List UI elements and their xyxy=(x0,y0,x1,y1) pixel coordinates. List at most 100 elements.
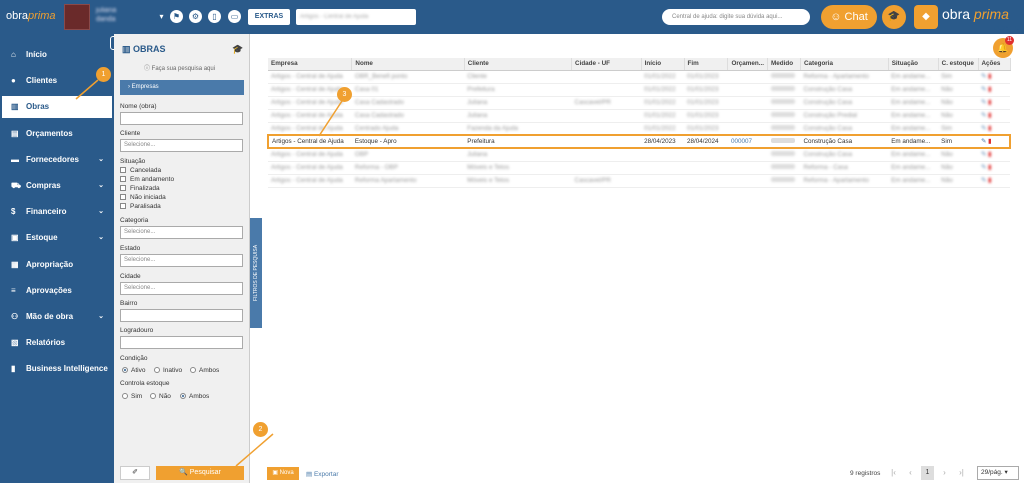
condicao-label: Condição xyxy=(120,355,148,362)
edit-icon[interactable]: ✎ xyxy=(981,86,986,93)
table-row[interactable]: Artigos - Central de Ajuda Casa 01 Prefeit… xyxy=(268,83,1010,97)
column-header[interactable]: Cliente xyxy=(464,58,573,71)
edit-icon[interactable]: ✎ xyxy=(981,73,986,80)
cliente-select[interactable]: Selecione... xyxy=(120,139,243,152)
trash-icon[interactable]: ▮ xyxy=(988,99,991,106)
sidebar-item-in-cio[interactable]: ⌂ Início xyxy=(2,44,112,66)
cell-text: 01/01/2023 xyxy=(687,99,719,106)
column-header[interactable]: Ações xyxy=(978,58,1011,71)
sidebar-item-compras[interactable]: ⛟ Compras ⌄ xyxy=(2,175,112,197)
trash-icon[interactable]: ▮ xyxy=(988,86,991,93)
table-row[interactable]: Artigos - Central de Ajuda OBP Juliana Cons… xyxy=(268,148,1010,162)
situacao-checkbox[interactable]: Cancelada xyxy=(120,167,161,174)
controla-radio[interactable]: Não xyxy=(150,393,171,400)
situacao-checkbox[interactable]: Paralisada xyxy=(120,203,161,210)
filter-panel: ▥ OBRAS 🎓 ⓘ Faça sua pesquisa aqui › Emp… xyxy=(114,34,250,483)
sidebar-item-business-intelligence[interactable]: ▮ Business Intelligence xyxy=(2,358,112,380)
column-header[interactable]: Cidade - UF xyxy=(571,58,642,71)
chat-button[interactable]: ☺ Chat xyxy=(821,5,877,29)
edit-icon[interactable]: ✎ xyxy=(981,112,986,119)
company-select[interactable]: Artigos - Central de Ajuda xyxy=(296,9,416,25)
monitor-icon[interactable]: ▭ xyxy=(228,10,241,23)
edit-icon[interactable]: ✎ xyxy=(981,151,986,158)
estado-select[interactable]: Selecione... xyxy=(120,254,243,267)
sidebar-item-obras[interactable]: ▥ Obras xyxy=(2,96,112,119)
table-row[interactable]: Artigos - Central de Ajuda Reforma - OBP M… xyxy=(268,161,1010,175)
trash-icon[interactable]: ▮ xyxy=(988,112,991,119)
sidebar-item-fornecedores[interactable]: ▬ Fornecedores ⌄ xyxy=(2,149,112,171)
trash-icon[interactable]: ▮ xyxy=(988,177,991,184)
clear-filters-button[interactable]: ✐ xyxy=(120,466,150,480)
sidebar-item-financeiro[interactable]: $ Financeiro ⌄ xyxy=(2,201,112,223)
cidade-select[interactable]: Selecione... xyxy=(120,282,243,295)
empresas-toggle[interactable]: › Empresas xyxy=(120,80,244,95)
trash-icon[interactable]: ▮ xyxy=(988,138,991,145)
condicoes-radio[interactable]: Ativo xyxy=(122,367,145,374)
edit-icon[interactable]: ✎ xyxy=(981,99,986,106)
table-row[interactable]: Artigos - Central de Ajuda Casa Cadastrad… xyxy=(268,96,1010,110)
table-cell: Artigos - Central de Ajuda xyxy=(268,109,352,123)
table-row[interactable]: Artigos - Central de Ajuda Estoque - Apro… xyxy=(267,134,1011,149)
next-page-button[interactable]: › xyxy=(938,466,951,480)
filter-tab-toggle[interactable]: FILTROS DE PESQUISA xyxy=(250,218,262,328)
sidebar-item-relat-rios[interactable]: ▧ Relatórios xyxy=(2,332,112,354)
column-header[interactable]: Início xyxy=(641,58,685,71)
graduation-icon[interactable]: 🎓 xyxy=(882,5,906,29)
column-header[interactable]: Empresa xyxy=(268,58,353,71)
column-header[interactable]: Situação xyxy=(888,58,939,71)
trash-icon[interactable]: ▮ xyxy=(988,73,991,80)
last-page-button[interactable]: ›| xyxy=(955,466,968,480)
flag-icon[interactable]: ⚑ xyxy=(170,10,183,23)
logradouro-input[interactable] xyxy=(120,336,243,349)
nome-input[interactable] xyxy=(120,112,243,125)
situacao-checkbox[interactable]: Não iniciada xyxy=(120,194,166,201)
trash-icon[interactable]: ▮ xyxy=(988,164,991,171)
sidebar-item-or-amentos[interactable]: ▤ Orçamentos xyxy=(2,123,112,145)
edit-icon[interactable]: ✎ xyxy=(981,138,986,145)
phone-icon[interactable]: ▯ xyxy=(208,10,221,23)
export-button[interactable]: ▤ Exportar xyxy=(306,470,339,478)
logo[interactable]: obraprima xyxy=(6,10,56,22)
condicoes-radio[interactable]: Inativo xyxy=(154,367,182,374)
edit-icon[interactable]: ✎ xyxy=(981,125,986,132)
column-header[interactable]: C. estoque xyxy=(938,58,979,71)
situacao-checkbox[interactable]: Finalizada xyxy=(120,185,160,192)
sidebar-item-m-o-de-obra[interactable]: ⚇ Mão de obra ⌄ xyxy=(2,306,112,328)
categoria-select[interactable]: Selecione... xyxy=(120,226,243,239)
controla-radio[interactable]: Sim xyxy=(122,393,142,400)
condicoes-radio[interactable]: Ambos xyxy=(190,367,219,374)
table-row[interactable]: Artigos - Central de Ajuda OBR_Benefi pon… xyxy=(268,70,1010,84)
table-row[interactable]: Artigos - Central de Ajuda Reforma Aparta… xyxy=(268,174,1010,188)
table-row[interactable]: Artigos - Central de Ajuda Centrado Ajuda… xyxy=(268,122,1010,136)
chevron-down-icon[interactable]: ▾ xyxy=(155,10,168,23)
table-row[interactable]: Artigos - Central de Ajuda Casa Cadastrad… xyxy=(268,109,1010,123)
search-button[interactable]: 🔍 Pesquisar xyxy=(156,466,244,480)
situacao-checkbox[interactable]: Em andamento xyxy=(120,176,174,183)
edit-icon[interactable]: ✎ xyxy=(981,177,986,184)
trash-icon[interactable]: ▮ xyxy=(988,151,991,158)
column-header[interactable]: Fim xyxy=(684,58,729,71)
column-header[interactable]: Orçamen... xyxy=(727,58,769,71)
help-search-input[interactable]: Central de ajuda: digite sua dúvida aqui… xyxy=(662,9,810,25)
gear-icon[interactable]: ⚙ xyxy=(189,10,202,23)
progress-bar xyxy=(770,86,795,91)
bairro-input[interactable] xyxy=(120,309,243,322)
new-button[interactable]: ▣ Nova xyxy=(267,467,299,480)
per-page-select[interactable]: 29/pág. ▾ xyxy=(977,466,1019,480)
page-number[interactable]: 1 xyxy=(921,466,934,480)
sidebar-item-estoque[interactable]: ▣ Estoque ⌄ xyxy=(2,227,112,249)
column-header[interactable]: Medido xyxy=(767,58,801,71)
column-header[interactable]: Nome xyxy=(351,58,465,71)
extras-button[interactable]: EXTRAS xyxy=(248,9,290,25)
sidebar-item-apropria-o[interactable]: ▦ Apropriação xyxy=(2,254,112,276)
avatar[interactable] xyxy=(64,4,90,30)
prev-page-button[interactable]: ‹ xyxy=(904,466,917,480)
first-page-button[interactable]: |‹ xyxy=(887,466,900,480)
graduation-icon[interactable]: 🎓 xyxy=(232,44,243,55)
sidebar-item-aprova-es[interactable]: ≡ Aprovações xyxy=(2,280,112,302)
trash-icon[interactable]: ▮ xyxy=(988,125,991,132)
column-header[interactable]: Categoria xyxy=(800,58,889,71)
controla-radio[interactable]: Ambos xyxy=(180,393,209,400)
table-cell: Em andame... xyxy=(888,83,939,97)
edit-icon[interactable]: ✎ xyxy=(981,164,986,171)
